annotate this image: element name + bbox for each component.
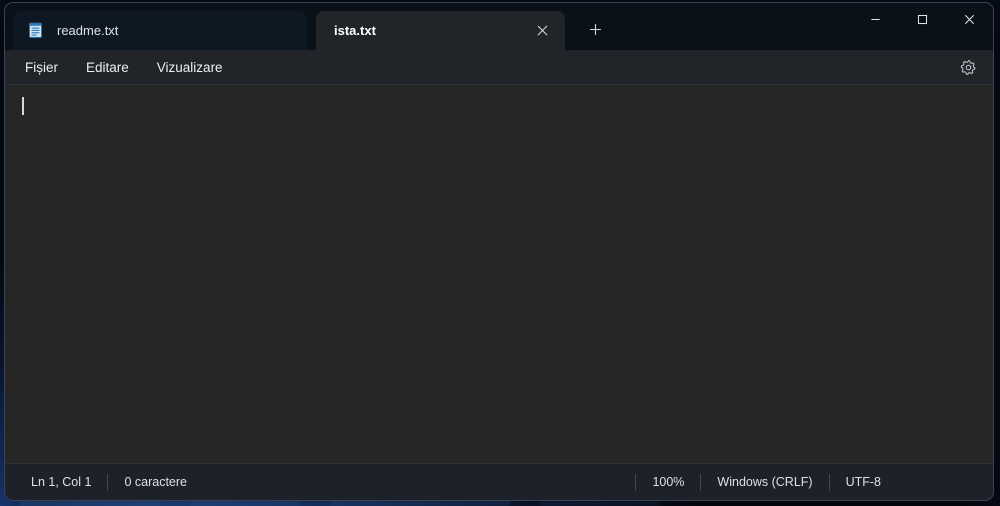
notepad-document-icon xyxy=(27,22,44,39)
tab-ista[interactable]: ista.txt xyxy=(316,11,565,50)
text-editor-area[interactable] xyxy=(5,85,993,463)
close-button[interactable] xyxy=(946,3,993,35)
status-line-ending[interactable]: Windows (CRLF) xyxy=(701,471,828,493)
minimize-icon xyxy=(871,18,880,20)
menu-bar: Fișier Editare Vizualizare xyxy=(5,50,993,85)
menu-item-edit[interactable]: Editare xyxy=(74,54,141,80)
status-zoom-level[interactable]: 100% xyxy=(636,471,700,493)
desktop-wallpaper: readme.txt ista.txt Fișier Editare Vizua… xyxy=(0,0,1000,506)
text-caret xyxy=(22,97,24,115)
gear-icon xyxy=(960,59,975,75)
status-bar: Ln 1, Col 1 0 caractere 100% Windows (CR… xyxy=(5,463,993,500)
status-encoding[interactable]: UTF-8 xyxy=(830,471,897,493)
status-character-count[interactable]: 0 caractere xyxy=(108,471,203,493)
tab-label: readme.txt xyxy=(57,23,119,38)
menu-item-label: Editare xyxy=(86,59,129,75)
status-right-group: 100% Windows (CRLF) UTF-8 xyxy=(635,464,897,500)
status-cursor-position[interactable]: Ln 1, Col 1 xyxy=(5,471,107,493)
menu-item-label: Fișier xyxy=(25,59,58,75)
close-icon xyxy=(964,14,975,24)
menu-item-view[interactable]: Vizualizare xyxy=(145,54,235,80)
minimize-button[interactable] xyxy=(852,3,899,35)
status-left-group: Ln 1, Col 1 0 caractere xyxy=(5,464,203,500)
new-tab-button[interactable] xyxy=(577,11,613,47)
tab-readme[interactable]: readme.txt xyxy=(13,11,307,50)
tab-strip: readme.txt ista.txt xyxy=(5,3,993,50)
window-controls xyxy=(852,3,993,50)
title-bar: readme.txt ista.txt xyxy=(5,3,993,50)
maximize-button[interactable] xyxy=(899,3,946,35)
notepad-window: readme.txt ista.txt Fișier Editare Vizua… xyxy=(4,2,994,501)
menu-item-file[interactable]: Fișier xyxy=(13,54,70,80)
menu-item-label: Vizualizare xyxy=(156,59,223,75)
plus-icon xyxy=(589,23,601,35)
maximize-icon xyxy=(917,14,928,24)
tab-label: ista.txt xyxy=(334,23,376,38)
settings-button[interactable] xyxy=(955,54,981,80)
close-icon[interactable] xyxy=(529,18,555,44)
